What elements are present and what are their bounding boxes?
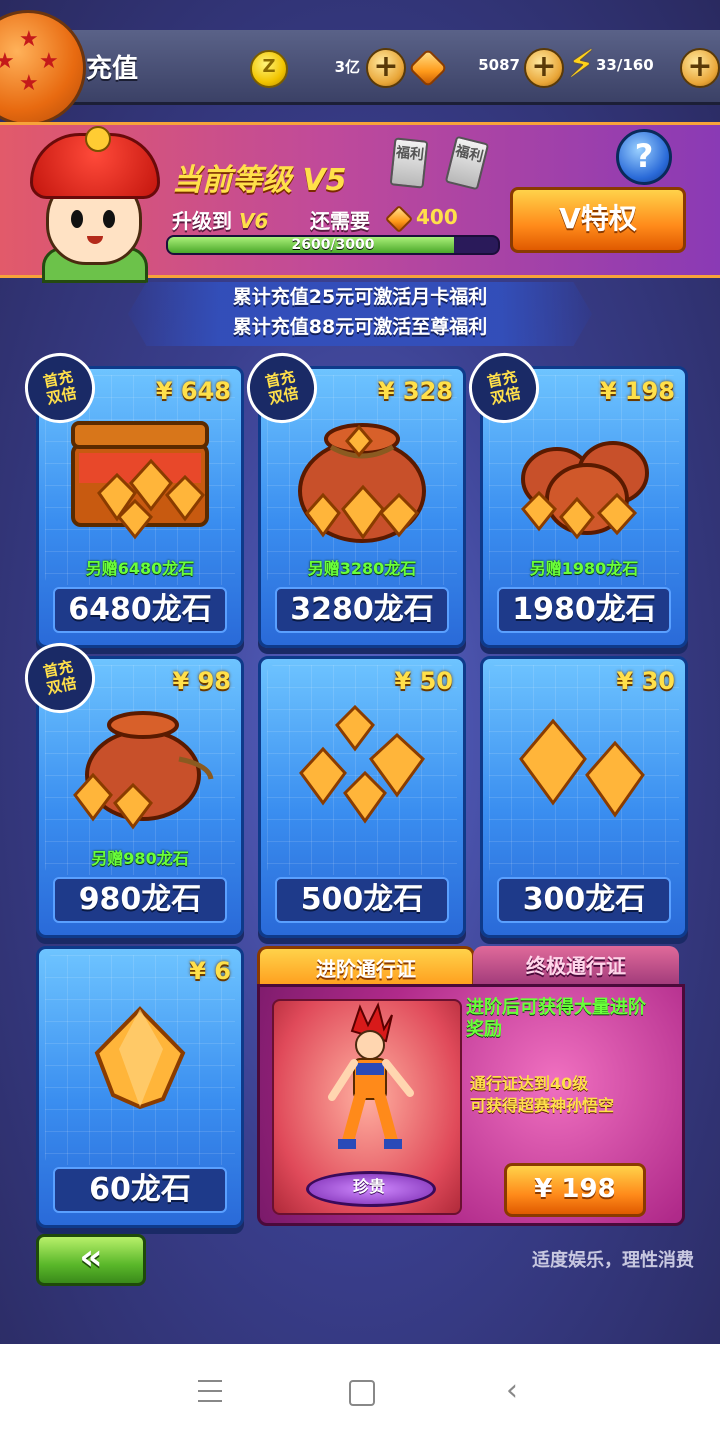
help-button[interactable]: ? bbox=[616, 129, 672, 185]
current-vip-level: 当前等级 V5 bbox=[172, 163, 347, 198]
pack-card-30[interactable]: ¥ 30 300龙石 bbox=[480, 656, 688, 938]
character-avatar bbox=[28, 126, 160, 283]
pack-card-6[interactable]: ¥ 6 60龙石 bbox=[36, 946, 244, 1228]
gold-coin-icon: Z bbox=[250, 50, 288, 88]
menu-icon[interactable] bbox=[198, 1380, 222, 1402]
dragon-stone-icon bbox=[39, 989, 241, 1149]
notice-line-1: 累计充值25元可激活月卡福利 bbox=[232, 286, 488, 308]
home-icon[interactable] bbox=[349, 1380, 375, 1406]
dragon-ball-icon: ★ ★ ★ ★ bbox=[0, 10, 86, 126]
pack-amount: 6480龙石 bbox=[53, 587, 227, 633]
add-dragon-stone-button[interactable]: + bbox=[524, 48, 564, 88]
pass-desc-main: 进阶后可获得大量进阶奖励 bbox=[466, 997, 646, 1040]
welfare-tag-2[interactable]: 福利 bbox=[444, 135, 490, 191]
recharge-notice: 累计充值25元可激活月卡福利 累计充值88元可激活至尊福利 bbox=[128, 282, 592, 346]
health-slogan: 适度娱乐，理性消费 bbox=[532, 1250, 694, 1271]
pack-price: ¥ 648 bbox=[155, 377, 231, 405]
vip-privilege-button[interactable]: V特权 bbox=[510, 187, 686, 253]
back-button[interactable]: « bbox=[36, 1234, 146, 1286]
pass-desc-line-1: 通行证达到40级 bbox=[470, 1074, 589, 1093]
need-label: 还需要 bbox=[310, 209, 370, 233]
pack-bonus: 另赠3280龙石 bbox=[307, 559, 417, 578]
pass-content: 珍贵 进阶后可获得大量进阶奖励 通行证达到40级 可获得超赛神孙悟空 ¥ 198 bbox=[257, 984, 685, 1226]
tab-advanced-pass[interactable]: 进阶通行证 bbox=[257, 946, 475, 989]
pack-card-50[interactable]: ¥ 50 500龙石 bbox=[258, 656, 466, 938]
pack-amount: 980龙石 bbox=[53, 877, 227, 923]
pack-amount: 60龙石 bbox=[53, 1167, 227, 1213]
super-saiyan-god-portrait: 珍贵 bbox=[272, 999, 462, 1215]
add-gold-button[interactable]: + bbox=[366, 48, 406, 88]
pack-bonus: 另赠1980龙石 bbox=[529, 559, 639, 578]
page-title: 充值 bbox=[86, 54, 139, 84]
pass-buy-button[interactable]: ¥ 198 bbox=[504, 1163, 646, 1217]
pass-desc-line-2: 可获得超赛神孙悟空 bbox=[470, 1096, 615, 1115]
pack-card-198[interactable]: ¥ 198 另赠1980龙石 1980龙石 首充 双倍 bbox=[462, 346, 688, 648]
dragon-stone-bag-icon bbox=[261, 409, 463, 569]
top-bar: 充值 Z 3亿 + 5087 + ⚡ 33/160 + bbox=[0, 30, 720, 105]
tab-ultimate-pass[interactable]: 终极通行证 bbox=[473, 946, 679, 986]
dragon-stone-icon bbox=[384, 204, 414, 234]
pack-amount: 300龙石 bbox=[497, 877, 671, 923]
notice-line-2: 累计充值88元可激活至尊福利 bbox=[232, 316, 488, 338]
pack-price: ¥ 30 bbox=[616, 667, 675, 695]
pack-amount: 500龙石 bbox=[275, 877, 449, 923]
battle-pass-panel: 进阶通行证 终极通行证 珍贵 进阶后可获得大量进阶奖励 通行证达到40级 可获得… bbox=[257, 946, 685, 1226]
stamina-value: 33/160 bbox=[596, 56, 654, 74]
vip-progress-text: 2600/3000 bbox=[291, 237, 375, 253]
pack-card-648[interactable]: ¥ 648 另赠6480龙石 6480龙石 首充 双倍 bbox=[18, 346, 244, 648]
dragon-stone-bags-icon bbox=[483, 409, 685, 569]
add-stamina-button[interactable]: + bbox=[680, 48, 720, 88]
pack-price: ¥ 6 bbox=[189, 957, 231, 985]
dragon-stones-icon bbox=[483, 699, 685, 859]
dragon-stone-value: 5087 bbox=[478, 56, 520, 74]
pack-card-98[interactable]: ¥ 98 另赠980龙石 980龙石 首充 双倍 bbox=[18, 636, 244, 938]
pack-bonus: 另赠6480龙石 bbox=[85, 559, 195, 578]
pack-price: ¥ 50 bbox=[394, 667, 453, 695]
welfare-tag-1[interactable]: 福利 bbox=[389, 137, 429, 189]
vip-progress-bar: 2600/3000 bbox=[166, 235, 500, 255]
dragon-stone-icon bbox=[408, 48, 448, 88]
pack-price: ¥ 328 bbox=[377, 377, 453, 405]
rarity-label: 珍贵 bbox=[352, 1177, 385, 1196]
pack-amount: 1980龙石 bbox=[497, 587, 671, 633]
pack-price: ¥ 98 bbox=[172, 667, 231, 695]
dragon-stone-bag-icon bbox=[39, 699, 241, 859]
pack-amount: 3280龙石 bbox=[275, 587, 449, 633]
pack-price: ¥ 198 bbox=[599, 377, 675, 405]
pack-card-328[interactable]: ¥ 328 另赠3280龙石 3280龙石 首充 双倍 bbox=[240, 346, 466, 648]
dragon-stones-icon bbox=[261, 699, 463, 859]
gold-value: 3亿 bbox=[334, 58, 360, 76]
stamina-icon: ⚡ bbox=[568, 42, 595, 86]
treasure-chest-icon bbox=[39, 409, 241, 569]
vip-banner: 当前等级 V5 福利 福利 升级到 V6 还需要 400 2600/3000 ?… bbox=[0, 122, 720, 283]
game-screen: 充值 Z 3亿 + 5087 + ⚡ 33/160 + ★ ★ ★ ★ 当前等级… bbox=[0, 0, 720, 1344]
pack-bonus: 另赠980龙石 bbox=[91, 849, 189, 868]
back-arrow-icon[interactable]: ‹ bbox=[506, 1376, 518, 1406]
need-value: 400 bbox=[416, 205, 458, 229]
upgrade-label: 升级到 V6 bbox=[172, 209, 269, 233]
